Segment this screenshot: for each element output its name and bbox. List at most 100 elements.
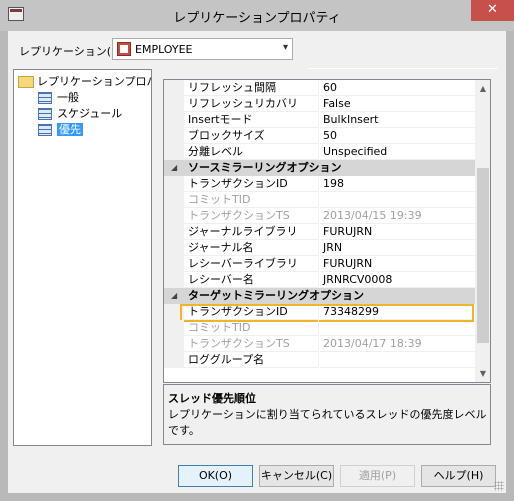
property-name: ジャーナルライブラリ xyxy=(184,224,319,240)
description-text: レプリケーションに割り当てられているスレッドの優先度レベルです。 xyxy=(168,408,487,437)
property-row[interactable]: トランザクションID 198 xyxy=(164,176,475,192)
row-margin xyxy=(164,96,184,112)
replication-dropdown[interactable]: EMPLOYEE ▾ xyxy=(112,38,293,60)
property-row[interactable]: リフレッシュリカバリ False xyxy=(164,96,475,112)
vertical-scrollbar[interactable]: ▲ ▼ xyxy=(475,80,490,382)
row-margin xyxy=(164,320,184,336)
tree-item-label-selected: 優先 xyxy=(57,123,83,136)
property-name: リフレッシュ間隔 xyxy=(184,80,319,96)
property-name: コミットTID xyxy=(184,192,319,208)
property-row[interactable]: ジャーナルライブラリ FURUJRN xyxy=(164,224,475,240)
tree-item-label: スケジュール xyxy=(57,107,123,120)
property-value[interactable]: 50 xyxy=(320,128,475,144)
tree-item-label: 一般 xyxy=(57,91,79,104)
description-panel: スレッド優先順位 レプリケーションに割り当てられているスレッドの優先度レベルです… xyxy=(163,384,491,445)
property-row[interactable]: Insertモード BulkInsert xyxy=(164,112,475,128)
property-row[interactable]: トランザクションID 73348299 xyxy=(164,304,475,322)
collapse-arrow-icon[interactable]: ◢ xyxy=(171,288,177,304)
property-value[interactable]: 198 xyxy=(320,176,475,192)
collapse-arrow-icon[interactable]: ◢ xyxy=(171,160,177,176)
property-name: ブロックサイズ xyxy=(184,128,319,144)
property-category[interactable]: ◢ ターゲットミラーリングオプション xyxy=(164,288,475,304)
grid-icon xyxy=(38,108,52,120)
property-category[interactable]: ◢ ソースミラーリングオプション xyxy=(164,160,475,176)
property-row[interactable]: ジャーナル名 JRN xyxy=(164,240,475,256)
property-row[interactable]: トランザクションTS 2013/04/15 19:39 xyxy=(164,208,475,224)
tree-item-priority[interactable]: 優先 xyxy=(38,122,83,138)
row-margin xyxy=(164,192,184,208)
scroll-down-arrow-icon[interactable]: ▼ xyxy=(475,365,490,382)
category-label: ターゲットミラーリングオプション xyxy=(188,289,364,302)
row-margin xyxy=(164,240,184,256)
property-row[interactable]: レシーバー名 JRNRCV0008 xyxy=(164,272,475,288)
navigation-tree: レプリケーションプロパティ 一般 スケジュール 優先 xyxy=(13,69,152,446)
property-value[interactable]: 2013/04/15 19:39 xyxy=(320,208,475,224)
property-name: レシーバーライブラリ xyxy=(184,256,319,272)
header-separator xyxy=(308,68,498,69)
row-margin xyxy=(164,352,184,368)
window-title: レプリケーションプロパティ xyxy=(173,11,341,26)
scroll-thumb[interactable] xyxy=(477,168,489,343)
property-name: ロググループ名 xyxy=(184,352,319,368)
row-margin xyxy=(164,224,184,240)
property-row[interactable]: ブロックサイズ 50 xyxy=(164,128,475,144)
apply-button[interactable]: 適用(P) xyxy=(340,465,415,487)
property-row[interactable]: レシーバーライブラリ FURUJRN xyxy=(164,256,475,272)
dialog-client: レプリケーション(R) EMPLOYEE ▾ レプリケーションプロパティ 一般 … xyxy=(8,31,506,493)
property-value[interactable]: JRN xyxy=(320,240,475,256)
property-name: レシーバー名 xyxy=(184,272,319,288)
property-row[interactable]: トランザクションTS 2013/04/17 18:39 xyxy=(164,336,475,352)
property-value[interactable]: 2013/04/17 18:39 xyxy=(320,336,475,352)
property-row[interactable]: リフレッシュ間隔 60 xyxy=(164,80,475,96)
property-name: 分離レベル xyxy=(184,144,319,160)
row-margin xyxy=(164,208,184,224)
property-value[interactable]: JRNRCV0008 xyxy=(320,272,475,288)
replication-selected: EMPLOYEE xyxy=(135,43,193,56)
tree-item-schedule[interactable]: スケジュール xyxy=(38,106,122,122)
property-name: ジャーナル名 xyxy=(184,240,319,256)
property-value[interactable]: FURUJRN xyxy=(320,256,475,272)
property-value[interactable]: BulkInsert xyxy=(320,112,475,128)
ok-button[interactable]: OK(O) xyxy=(178,465,253,487)
help-button[interactable]: ヘルプ(H) xyxy=(421,465,496,487)
tree-item-general[interactable]: 一般 xyxy=(38,90,79,106)
category-label: ソースミラーリングオプション xyxy=(188,161,342,174)
cancel-button[interactable]: キャンセル(C) xyxy=(259,465,334,487)
property-value[interactable] xyxy=(320,352,475,368)
grid-icon xyxy=(38,124,52,136)
property-name: トランザクションTS xyxy=(184,208,319,224)
resize-grip[interactable] xyxy=(494,481,504,491)
grid-icon xyxy=(38,92,52,104)
property-value[interactable]: Unspecified xyxy=(320,144,475,160)
row-margin xyxy=(164,256,184,272)
close-button[interactable]: ✕ xyxy=(471,0,514,21)
property-value[interactable]: 60 xyxy=(320,80,475,96)
property-name: Insertモード xyxy=(184,112,319,128)
replication-icon xyxy=(117,42,131,56)
row-margin xyxy=(164,80,184,96)
property-row[interactable]: コミットTID xyxy=(164,192,475,208)
scroll-up-arrow-icon[interactable]: ▲ xyxy=(475,80,490,97)
property-row[interactable]: ロググループ名 xyxy=(164,352,475,368)
property-value[interactable] xyxy=(320,320,475,336)
properties-dialog: レプリケーションプロパティ ✕ レプリケーション(R) EMPLOYEE ▾ レ… xyxy=(0,0,514,501)
tree-root-label: レプリケーションプロパティ xyxy=(37,75,151,88)
property-name: リフレッシュリカバリ xyxy=(184,96,319,112)
property-value[interactable]: False xyxy=(320,96,475,112)
property-name: コミットTID xyxy=(184,320,319,336)
property-row[interactable]: コミットTID xyxy=(164,320,475,336)
property-grid: リフレッシュ間隔 60 リフレッシュリカバリ False Insertモード BulkIn… xyxy=(163,79,491,383)
row-margin xyxy=(164,336,184,352)
title-bar: レプリケーションプロパティ ✕ xyxy=(0,0,514,31)
property-name: トランザクションTS xyxy=(184,336,319,352)
row-margin xyxy=(164,176,184,192)
chevron-down-icon[interactable]: ▾ xyxy=(283,42,288,53)
property-value[interactable]: FURUJRN xyxy=(320,224,475,240)
row-margin xyxy=(164,112,184,128)
row-margin xyxy=(164,272,184,288)
property-row[interactable]: 分離レベル Unspecified xyxy=(164,144,475,160)
property-value[interactable] xyxy=(320,192,475,208)
tree-root[interactable]: レプリケーションプロパティ xyxy=(18,74,151,90)
row-margin xyxy=(164,144,184,160)
folder-icon xyxy=(18,76,34,88)
